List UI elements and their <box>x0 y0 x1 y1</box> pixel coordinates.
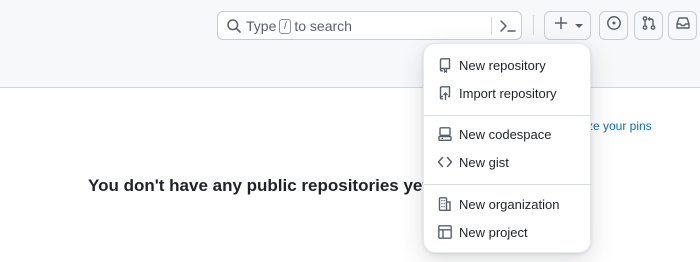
search-icon <box>226 18 242 37</box>
menu-divider <box>424 184 592 185</box>
command-palette-icon[interactable] <box>499 18 517 37</box>
menu-item-label: New project <box>459 224 528 240</box>
create-new-menu: New repository Import repository New cod… <box>423 43 592 253</box>
menu-item-new-repository[interactable]: New repository <box>424 51 592 79</box>
slash-key-hint: / <box>279 18 292 34</box>
empty-repositories-message: You don't have any public repositories y… <box>88 176 433 195</box>
menu-item-new-codespace[interactable]: New codespace <box>424 120 592 148</box>
search-suffix: to search <box>294 18 352 34</box>
issue-opened-icon <box>606 15 622 36</box>
issues-button[interactable] <box>599 11 628 40</box>
triangle-down-icon <box>574 17 583 35</box>
global-header: Type / to search <box>0 0 700 88</box>
search-divider <box>491 17 492 35</box>
menu-item-new-project[interactable]: New project <box>424 218 592 246</box>
search-prefix: Type <box>246 18 277 34</box>
search-placeholder: Type / to search <box>246 18 352 34</box>
plus-icon <box>553 15 569 36</box>
menu-item-new-organization[interactable]: New organization <box>424 190 592 218</box>
header-divider <box>533 15 534 35</box>
menu-divider <box>424 115 592 116</box>
menu-item-label: New organization <box>459 196 560 212</box>
pull-requests-button[interactable] <box>634 11 663 40</box>
search-input[interactable]: Type / to search <box>217 11 522 40</box>
menu-item-label: New repository <box>459 57 546 73</box>
menu-item-import-repository[interactable]: Import repository <box>424 79 592 107</box>
inbox-button[interactable] <box>668 11 697 40</box>
menu-item-label: Import repository <box>459 85 557 101</box>
customize-pins-link[interactable]: ze your pins <box>587 119 652 133</box>
git-pull-request-icon <box>641 15 657 36</box>
menu-item-label: New codespace <box>459 126 552 142</box>
create-new-button[interactable] <box>544 11 591 40</box>
menu-item-new-gist[interactable]: New gist <box>424 148 592 176</box>
inbox-icon <box>675 15 691 36</box>
menu-item-label: New gist <box>459 154 509 170</box>
